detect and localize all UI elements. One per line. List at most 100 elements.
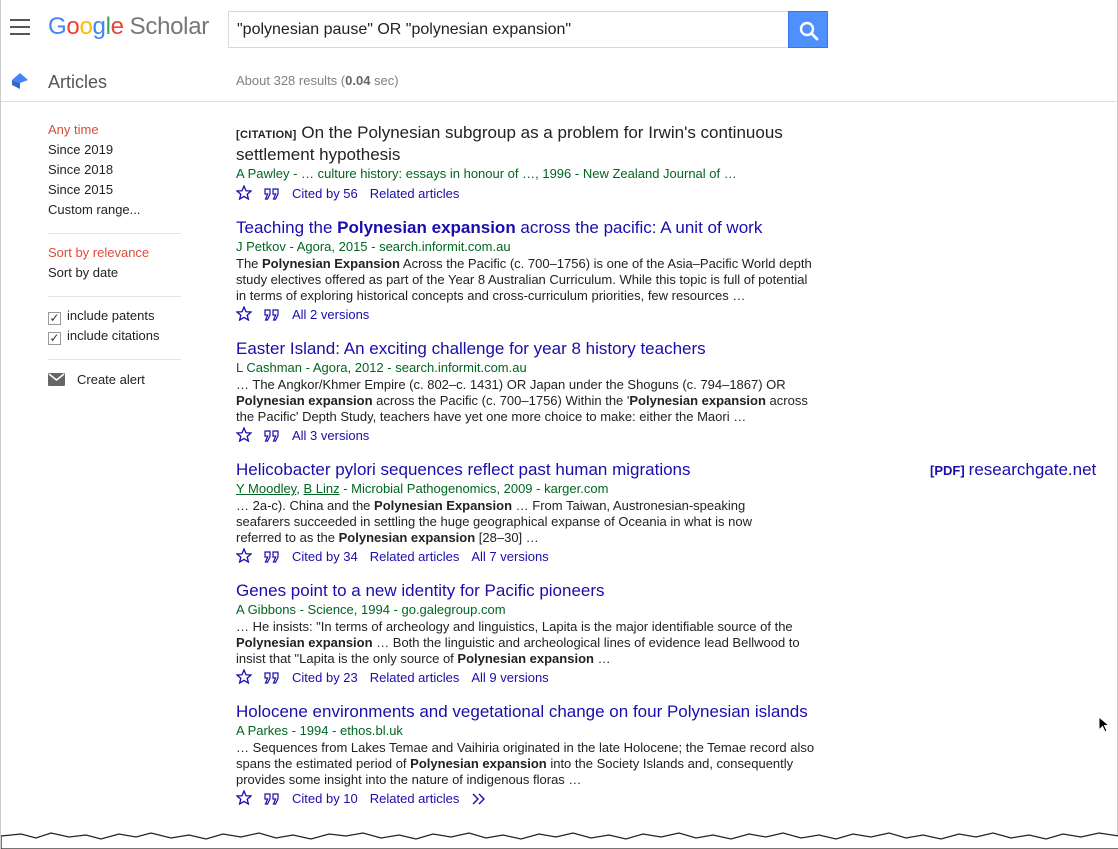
- all-versions-link[interactable]: All 2 versions: [292, 305, 369, 325]
- filter-since-2019[interactable]: Since 2019: [48, 143, 183, 163]
- star-icon[interactable]: [236, 548, 252, 563]
- hamburger-menu-icon[interactable]: [10, 19, 30, 35]
- citation-tag: [CITATION]: [236, 129, 297, 141]
- checkmark-icon: ✓: [48, 331, 61, 345]
- result-actions: All 2 versions: [236, 305, 1116, 325]
- related-articles-link[interactable]: Related articles: [370, 668, 460, 688]
- result-item: [CITATION] On the Polynesian subgroup as…: [236, 123, 1116, 204]
- sort-by-relevance[interactable]: Sort by relevance: [48, 246, 183, 266]
- snippet-highlight: Polynesian expansion: [236, 635, 373, 650]
- create-alert-label: Create alert: [77, 372, 145, 387]
- star-icon[interactable]: [236, 185, 252, 200]
- cited-by-link[interactable]: Cited by 23: [292, 668, 358, 688]
- sort-by-date[interactable]: Sort by date: [48, 266, 183, 286]
- star-icon[interactable]: [236, 790, 252, 805]
- result-actions: Cited by 23 Related articles All 9 version…: [236, 668, 1116, 688]
- divider: [48, 296, 181, 297]
- results-count-suffix: sec): [370, 73, 399, 88]
- pdf-source: researchgate.net: [968, 460, 1097, 479]
- cite-quote-icon[interactable]: [264, 793, 280, 805]
- all-versions-link[interactable]: All 9 versions: [471, 668, 548, 688]
- snippet-highlight: Polynesian Expansion: [262, 256, 401, 271]
- articles-icon: [12, 73, 28, 89]
- cited-by-link[interactable]: Cited by 56: [292, 184, 358, 204]
- filter-any-time[interactable]: Any time: [48, 123, 183, 143]
- snippet-highlight: Polynesian expansion: [457, 651, 594, 666]
- title-part: across the pacific: A unit of work: [515, 218, 763, 237]
- result-authors: Y Moodley, B Linz - Microbial Pathogenom…: [236, 480, 1116, 498]
- result-title-link[interactable]: Holocene environments and vegetational c…: [236, 702, 816, 722]
- results-count: About 328 results (0.04 sec): [236, 73, 399, 88]
- snippet-text: …: [593, 651, 611, 666]
- result-authors: A Parkes - 1994 - ethos.bl.uk: [236, 723, 403, 738]
- include-citations-checkbox[interactable]: ✓ include citations: [48, 329, 183, 349]
- star-icon[interactable]: [236, 669, 252, 684]
- result-snippet: … He insists: "In terms of archeology an…: [236, 619, 816, 667]
- result-snippet: … Sequences from Lakes Temae and Vaihiri…: [236, 740, 816, 788]
- result-title-link[interactable]: Genes point to a new identity for Pacifi…: [236, 581, 816, 601]
- cite-quote-icon[interactable]: [264, 551, 280, 563]
- result-authors: L Cashman - Agora, 2012 - search.informi…: [236, 360, 527, 375]
- results-count-prefix: About 328 results (: [236, 73, 346, 88]
- result-title-link[interactable]: Easter Island: An exciting challenge for…: [236, 339, 816, 359]
- snippet-text: … 2a-c). China and the: [236, 498, 375, 513]
- related-articles-link[interactable]: Related articles: [370, 789, 460, 809]
- create-alert-button[interactable]: Create alert: [48, 372, 183, 392]
- envelope-icon: [48, 373, 65, 386]
- star-icon[interactable]: [236, 427, 252, 442]
- result-title-text: On the Polynesian subgroup as a problem …: [236, 123, 783, 164]
- google-scholar-logo[interactable]: Google Scholar: [48, 13, 209, 41]
- header: Google Scholar: [1, 0, 1117, 62]
- result-authors: A Gibbons - Science, 1994 - go.galegroup…: [236, 602, 506, 617]
- cite-quote-icon[interactable]: [264, 430, 280, 442]
- cite-quote-icon[interactable]: [264, 188, 280, 200]
- all-versions-link[interactable]: All 7 versions: [471, 547, 548, 567]
- cited-by-link[interactable]: Cited by 10: [292, 789, 358, 809]
- search-button[interactable]: [788, 11, 828, 48]
- filter-since-2018[interactable]: Since 2018: [48, 163, 183, 183]
- related-articles-link[interactable]: Related articles: [370, 547, 460, 567]
- logo-letter: G: [48, 13, 67, 40]
- related-articles-link[interactable]: Related articles: [370, 184, 460, 204]
- include-patents-checkbox[interactable]: ✓ include patents: [48, 309, 183, 329]
- results-list: [CITATION] On the Polynesian subgroup as…: [236, 123, 1116, 823]
- result-item: Teaching the Polynesian expansion across…: [236, 218, 1116, 325]
- result-authors: A Pawley - … culture history: essays in …: [236, 166, 737, 181]
- result-title-link[interactable]: Helicobacter pylori sequences reflect pa…: [236, 460, 816, 480]
- result-item: Holocene environments and vegetational c…: [236, 702, 1116, 809]
- result-item: Easter Island: An exciting challenge for…: [236, 339, 1116, 446]
- all-versions-link[interactable]: All 3 versions: [292, 426, 369, 446]
- include-citations-label: include citations: [67, 328, 160, 343]
- divider: [48, 233, 181, 234]
- snippet-highlight: Polynesian Expansion: [374, 498, 513, 513]
- author-link[interactable]: B Linz: [303, 481, 339, 496]
- snippet-highlight: Polynesian expansion: [629, 393, 766, 408]
- result-item: Helicobacter pylori sequences reflect pa…: [236, 460, 1116, 567]
- result-title-link[interactable]: Teaching the Polynesian expansion across…: [236, 218, 816, 238]
- divider: [48, 359, 181, 360]
- search-input[interactable]: [228, 11, 789, 48]
- result-actions: Cited by 10 Related articles: [236, 789, 1116, 809]
- torn-edge-decoration: [1, 832, 1118, 849]
- sidebar: Any time Since 2019 Since 2018 Since 201…: [48, 123, 183, 392]
- cite-quote-icon[interactable]: [264, 672, 280, 684]
- result-snippet: … The Angkor/Khmer Empire (c. 802–c. 143…: [236, 377, 816, 425]
- result-title: [CITATION] On the Polynesian subgroup as…: [236, 123, 816, 165]
- subbar: Articles About 328 results (0.04 sec): [1, 62, 1117, 102]
- cite-quote-icon[interactable]: [264, 309, 280, 321]
- logo-letter: o: [66, 13, 80, 40]
- snippet-text: across the Pacific (c. 700–1756) Within …: [372, 393, 630, 408]
- filter-custom-range[interactable]: Custom range...: [48, 203, 183, 223]
- filter-since-2015[interactable]: Since 2015: [48, 183, 183, 203]
- pdf-link[interactable]: [PDF] researchgate.net: [930, 460, 1096, 480]
- more-chevron-icon[interactable]: [471, 793, 487, 805]
- mouse-pointer-icon: [1098, 716, 1110, 733]
- title-part: Teaching the: [236, 218, 338, 237]
- snippet-highlight: Polynesian expansion: [338, 530, 476, 545]
- cited-by-link[interactable]: Cited by 34: [292, 547, 358, 567]
- result-item: Genes point to a new identity for Pacifi…: [236, 581, 1116, 688]
- star-icon[interactable]: [236, 306, 252, 321]
- author-link[interactable]: Y Moodley: [236, 481, 296, 496]
- section-title: Articles: [48, 72, 108, 92]
- results-time: 0.04: [345, 73, 371, 88]
